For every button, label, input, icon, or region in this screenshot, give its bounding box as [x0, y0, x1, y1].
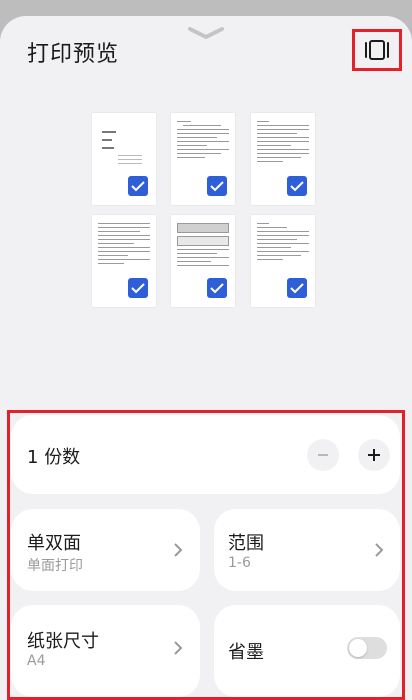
- paper-size-label: 纸张尺寸: [27, 631, 99, 652]
- page-selected-checkbox[interactable]: [287, 176, 307, 196]
- page-selected-checkbox[interactable]: [207, 278, 227, 298]
- page-selected-checkbox[interactable]: [207, 176, 227, 196]
- duplex-value: 单面打印: [27, 558, 83, 574]
- range-value: 1-6: [228, 555, 251, 571]
- ink-save-toggle[interactable]: [347, 637, 387, 659]
- paper-size-value: A4: [27, 653, 46, 669]
- page-selected-checkbox[interactable]: [128, 278, 148, 298]
- duplex-label: 单双面: [27, 533, 81, 554]
- chevron-right-icon: [174, 543, 183, 557]
- page-thumbnail[interactable]: [251, 215, 315, 307]
- copies-label: 份数: [44, 447, 81, 468]
- page-thumbnail[interactable]: [171, 113, 235, 205]
- toggle-knob: [349, 639, 367, 657]
- plus-icon: [368, 449, 380, 461]
- ink-save-card: 省墨: [214, 605, 400, 697]
- ink-save-label: 省墨: [228, 642, 264, 663]
- copies-value: 1: [27, 447, 39, 468]
- range-card[interactable]: 范围 1-6: [214, 509, 400, 591]
- paper-size-card[interactable]: 纸张尺寸 A4: [11, 605, 200, 697]
- page-thumbnail[interactable]: [92, 113, 156, 205]
- copies-card: 1 份数: [11, 415, 400, 494]
- chevron-right-icon: [375, 543, 384, 557]
- range-label: 范围: [228, 533, 264, 554]
- page-thumbnail[interactable]: [171, 215, 235, 307]
- page-thumbnail[interactable]: [92, 215, 156, 307]
- page-thumbnail[interactable]: [251, 113, 315, 205]
- page-thumbnails: [0, 0, 412, 400]
- increase-copies-button[interactable]: [358, 439, 390, 471]
- page-selected-checkbox[interactable]: [128, 176, 148, 196]
- page-selected-checkbox[interactable]: [287, 278, 307, 298]
- decrease-copies-button[interactable]: [307, 439, 339, 471]
- duplex-card[interactable]: 单双面 单面打印: [11, 509, 200, 591]
- chevron-right-icon: [174, 641, 183, 655]
- minus-icon: [318, 454, 328, 456]
